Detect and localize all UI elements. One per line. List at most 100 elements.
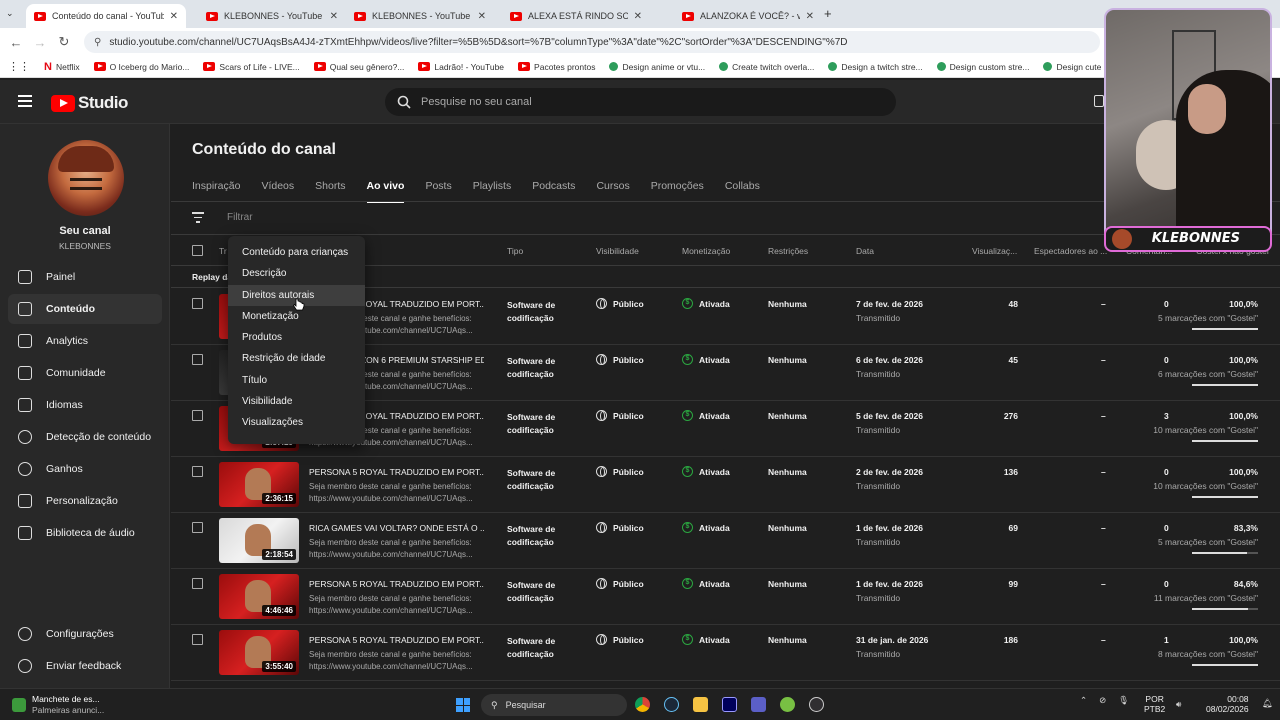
chevron-up-icon[interactable]: ⌃: [1080, 695, 1087, 706]
bookmark-item[interactable]: Design a twitch stre...: [828, 61, 923, 73]
notifications-icon[interactable]: 🔔︎: [1262, 698, 1273, 709]
browser-tab[interactable]: Conteúdo do canal - YouTube S ✕: [26, 4, 186, 28]
visibility-cell[interactable]: Público: [596, 466, 644, 477]
sidebar-item-analytics[interactable]: Analytics: [8, 326, 162, 356]
row-checkbox[interactable]: [192, 298, 203, 309]
monetization-cell[interactable]: $ Ativada: [682, 298, 730, 309]
network-icon[interactable]: ⊘: [1099, 695, 1106, 706]
clock[interactable]: 00:08 08/02/2026: [1206, 694, 1249, 714]
row-checkbox[interactable]: [192, 466, 203, 477]
menu-icon[interactable]: [18, 95, 32, 107]
visibility-cell[interactable]: Público: [596, 410, 644, 421]
visibility-cell[interactable]: Público: [596, 578, 644, 589]
tab-collabs[interactable]: Collabs: [725, 180, 760, 203]
monetization-cell[interactable]: $ Ativada: [682, 578, 730, 589]
visibility-cell[interactable]: Público: [596, 354, 644, 365]
microphone-icon[interactable]: 🎙︎: [1118, 695, 1129, 706]
obs-icon[interactable]: [809, 697, 824, 712]
table-row[interactable]: 2:18:54 RICA GAMES VAI VOLTAR? ONDE ESTÁ …: [171, 513, 1280, 569]
video-thumbnail[interactable]: 4:46:46: [219, 574, 299, 619]
visibility-cell[interactable]: Público: [596, 522, 644, 533]
video-title[interactable]: RICA GAMES VAI VOLTAR? ONDE ESTÁ O ...: [309, 523, 484, 533]
teams-icon[interactable]: [751, 697, 766, 712]
filter-input[interactable]: Filtrar: [227, 212, 253, 223]
bookmark-item[interactable]: Design custom stre...: [936, 61, 1029, 73]
apps-icon[interactable]: ⋮⋮: [8, 60, 30, 73]
browser-tab[interactable]: KLEBONNES - YouTube ✕: [346, 4, 494, 28]
notes-icon[interactable]: [1094, 95, 1104, 107]
video-title[interactable]: PERSONA 5 ROYAL TRADUZIDO EM PORT...: [309, 579, 484, 589]
row-checkbox[interactable]: [192, 522, 203, 533]
close-tab-icon[interactable]: ✕: [634, 11, 642, 22]
select-all-checkbox[interactable]: [192, 245, 203, 256]
sidebar-item-enviar-feedback[interactable]: Enviar feedback: [8, 651, 162, 681]
sidebar-item-biblioteca-de-udio[interactable]: Biblioteca de áudio: [8, 518, 162, 548]
visibility-cell[interactable]: Público: [596, 298, 644, 309]
after-effects-icon[interactable]: [722, 697, 737, 712]
news-widget[interactable]: Manchete de es... Palmeiras anunci...: [12, 694, 104, 716]
tab-inspira-o[interactable]: Inspiração: [192, 180, 240, 203]
sidebar-item-conte-do[interactable]: Conteúdo: [8, 294, 162, 324]
browser-tab[interactable]: ALANZOKA É VOCÊ? - vitória n ✕: [674, 4, 822, 28]
col-transmissao[interactable]: Tr: [219, 246, 227, 256]
tab-v-deos[interactable]: Vídeos: [261, 180, 294, 203]
volume-icon[interactable]: 🔊︎: [1176, 699, 1181, 710]
filter-option[interactable]: Produtos: [228, 327, 365, 348]
sidebar-item-idiomas[interactable]: Idiomas: [8, 390, 162, 420]
row-checkbox[interactable]: [192, 410, 203, 421]
tab-podcasts[interactable]: Podcasts: [532, 180, 575, 203]
video-thumbnail[interactable]: 2:36:15: [219, 462, 299, 507]
bookmark-item[interactable]: N Netflix: [44, 61, 80, 73]
close-tab-icon[interactable]: ✕: [330, 11, 338, 22]
channel-avatar[interactable]: [48, 140, 124, 216]
back-icon[interactable]: ←: [4, 35, 28, 50]
close-tab-icon[interactable]: ✕: [806, 11, 814, 22]
monetization-cell[interactable]: $ Ativada: [682, 634, 730, 645]
url-field[interactable]: ⚲ studio.youtube.com/channel/UC7UAqsBsA4…: [84, 31, 1100, 53]
tab-shorts[interactable]: Shorts: [315, 180, 345, 203]
language-indicator[interactable]: POR PTB2: [1144, 694, 1165, 714]
new-tab-button[interactable]: +: [824, 6, 832, 21]
bookmark-item[interactable]: Qual seu gênero?...: [313, 61, 404, 73]
close-tab-icon[interactable]: ✕: [170, 11, 178, 22]
video-thumbnail[interactable]: 3:55:40: [219, 630, 299, 675]
table-row[interactable]: 2:36:15 PERSONA 5 ROYAL TRADUZIDO EM PORT…: [171, 457, 1280, 513]
filter-option[interactable]: Restrição de idade: [228, 348, 365, 369]
video-title[interactable]: PERSONA 5 ROYAL TRADUZIDO EM PORT...: [309, 635, 484, 645]
col-data[interactable]: Data: [856, 246, 874, 256]
monetization-cell[interactable]: $ Ativada: [682, 354, 730, 365]
col-visualizacoes[interactable]: Visualizaç...: [972, 246, 1017, 256]
taskbar-search[interactable]: ⚲ Pesquisar: [481, 694, 627, 716]
channel-search[interactable]: Pesquise no seu canal: [385, 88, 896, 116]
reload-icon[interactable]: ↻: [52, 34, 76, 50]
bookmark-item[interactable]: Create twitch overla...: [719, 61, 814, 73]
filter-option[interactable]: Título: [228, 370, 365, 391]
bookmark-item[interactable]: Scars of Life - LIVE...: [203, 61, 300, 73]
filter-icon[interactable]: [192, 212, 204, 223]
video-thumbnail[interactable]: 2:18:54: [219, 518, 299, 563]
tab-list-button[interactable]: ⌄: [6, 8, 14, 19]
table-row[interactable]: 4:46:46 PERSONA 5 ROYAL TRADUZIDO EM PORT…: [171, 569, 1280, 625]
bookmark-item[interactable]: Pacotes prontos: [518, 61, 595, 73]
tab-ao-vivo[interactable]: Ao vivo: [366, 180, 405, 203]
utorrent-icon[interactable]: [780, 697, 795, 712]
filter-option[interactable]: Visibilidade: [228, 391, 365, 412]
row-checkbox[interactable]: [192, 634, 203, 645]
monetization-cell[interactable]: $ Ativada: [682, 410, 730, 421]
row-checkbox[interactable]: [192, 354, 203, 365]
tab-playlists[interactable]: Playlists: [473, 180, 512, 203]
col-espectadores[interactable]: Espectadores ao ...: [1034, 246, 1107, 256]
sidebar-item-painel[interactable]: Painel: [8, 262, 162, 292]
file-explorer-icon[interactable]: [693, 697, 708, 712]
studio-logo[interactable]: Studio: [51, 93, 128, 113]
site-info-icon[interactable]: ⚲: [94, 37, 101, 48]
tab-promo-es[interactable]: Promoções: [651, 180, 704, 203]
tab-posts[interactable]: Posts: [425, 180, 451, 203]
sidebar-item-ganhos[interactable]: Ganhos: [8, 454, 162, 484]
row-checkbox[interactable]: [192, 578, 203, 589]
bookmark-item[interactable]: Ladrão! - YouTube: [418, 61, 504, 73]
browser-tab[interactable]: KLEBONNES - YouTube ✕: [198, 4, 346, 28]
filter-option[interactable]: Visualizações: [228, 412, 365, 433]
sidebar-item-configura-es[interactable]: Configurações: [8, 619, 162, 649]
sidebar-item-personaliza-o[interactable]: Personalização: [8, 486, 162, 516]
